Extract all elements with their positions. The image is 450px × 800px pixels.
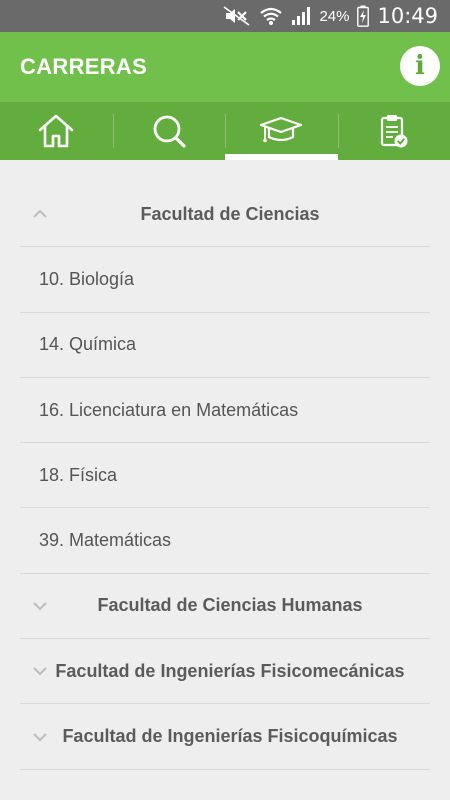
- clipboard-check-icon: [380, 115, 408, 148]
- clock: 10:49: [377, 4, 438, 28]
- faculty-title: Facultad de Ingenierías Fisicoquímicas: [62, 726, 398, 747]
- info-button[interactable]: i: [400, 46, 440, 86]
- search-icon: [153, 115, 186, 148]
- career-item[interactable]: 18. Física: [20, 443, 430, 509]
- chevron-down-icon: [33, 602, 47, 611]
- career-label: 10. Biología: [39, 268, 135, 289]
- tab-careers[interactable]: [225, 102, 338, 160]
- career-item[interactable]: 16. Licenciatura en Matemáticas: [20, 378, 430, 444]
- faculty-header[interactable]: Facultad de Ingenierías Fisicomecánicas: [20, 639, 430, 705]
- faculty-header[interactable]: Facultad de Ingenierías Fisicoquímicas: [20, 704, 430, 770]
- tab-search[interactable]: [112, 102, 226, 160]
- chevron-down-icon: [33, 667, 47, 676]
- signal-icon: [291, 6, 313, 26]
- faculty-title: Facultad de Ciencias Humanas: [97, 595, 363, 616]
- faculty-title: Facultad de Ciencias: [140, 203, 320, 224]
- career-label: 16. Licenciatura en Matemáticas: [39, 399, 299, 420]
- tab-bar: [0, 102, 450, 160]
- mute-icon: [223, 6, 251, 26]
- app-bar: CARRERAS i: [0, 32, 450, 102]
- page-title: CARRERAS: [20, 54, 148, 79]
- faculty-header[interactable]: Facultad de Ciencias: [20, 182, 430, 248]
- career-item[interactable]: 39. Matemáticas: [20, 508, 430, 574]
- graduation-cap-icon: [260, 116, 303, 143]
- career-item[interactable]: 10. Biología: [20, 247, 430, 313]
- career-label: 14. Química: [39, 334, 137, 355]
- chevron-up-icon: [33, 209, 47, 218]
- faculty-list: Facultad de Ciencias 10. Biología 14. Qu…: [20, 182, 430, 770]
- faculty-title: Facultad de Ingenierías Fisicomecánicas: [55, 660, 405, 681]
- battery-percent: 24%: [319, 7, 350, 25]
- home-icon: [38, 114, 74, 148]
- career-item[interactable]: 14. Química: [20, 313, 430, 378]
- wifi-icon: [259, 6, 283, 26]
- info-icon: i: [415, 51, 425, 81]
- battery-charging-icon: [357, 5, 370, 27]
- career-label: 39. Matemáticas: [39, 530, 172, 551]
- tab-checklist[interactable]: [337, 102, 450, 160]
- faculty-header[interactable]: Facultad de Ciencias Humanas: [20, 574, 430, 640]
- status-bar: 24% 10:49: [0, 0, 450, 32]
- tab-home[interactable]: [0, 102, 113, 160]
- chevron-down-icon: [33, 732, 47, 741]
- career-label: 18. Física: [39, 464, 118, 485]
